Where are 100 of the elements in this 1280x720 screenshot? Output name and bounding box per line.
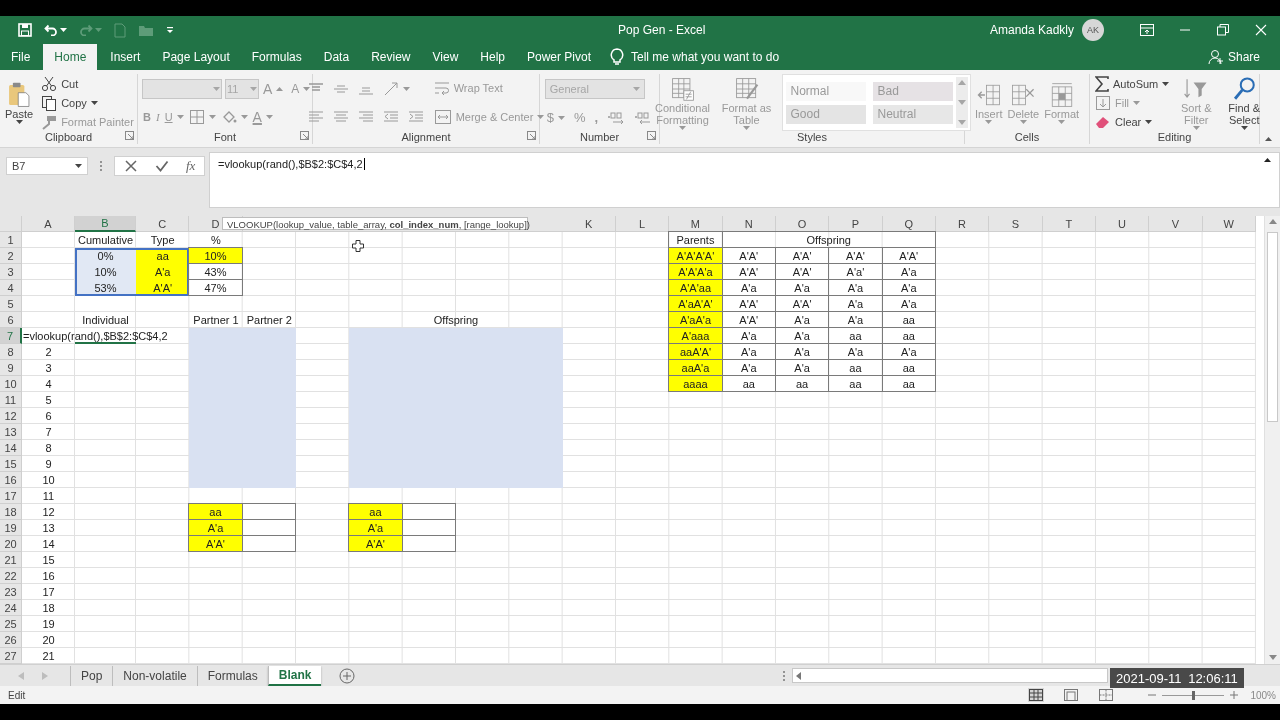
- row-header[interactable]: 9: [0, 360, 22, 376]
- autosum-button[interactable]: AutoSum: [1093, 74, 1172, 93]
- down-arrow-icon[interactable]: [1268, 655, 1277, 660]
- zoom-thumb[interactable]: [1192, 690, 1196, 700]
- ribbon-tab[interactable]: Insert: [99, 44, 152, 70]
- sheet-cell[interactable]: 18: [22, 600, 75, 616]
- row-header[interactable]: 5: [0, 296, 22, 312]
- row-header[interactable]: 21: [0, 552, 22, 568]
- ribbon-tab[interactable]: View: [421, 44, 470, 70]
- row-header[interactable]: 27: [0, 648, 22, 664]
- collapse-ribbon-icon[interactable]: [1265, 137, 1272, 141]
- ribbon-tab[interactable]: Power Pivot: [516, 44, 602, 70]
- sheet-cell[interactable]: 15: [22, 552, 75, 568]
- row-header[interactable]: 26: [0, 632, 22, 648]
- tell-me-field[interactable]: Tell me what you want to do: [631, 50, 831, 64]
- sheet-tab[interactable]: Non-volatile: [112, 665, 197, 686]
- ribbon-tab[interactable]: Home: [43, 44, 98, 70]
- formula-field[interactable]: =vlookup(rand(),$B$2:$C$4,2: [209, 152, 1280, 208]
- horizontal-scrollbar[interactable]: [792, 668, 1108, 683]
- plus-icon[interactable]: [1230, 691, 1239, 699]
- copy-button[interactable]: Copy: [39, 93, 100, 112]
- sheet-tab[interactable]: Pop: [70, 665, 113, 686]
- row-header[interactable]: 6: [0, 312, 22, 328]
- sheet-cell[interactable]: 8: [22, 440, 75, 456]
- name-box[interactable]: B7: [6, 157, 88, 175]
- sheet-cell[interactable]: aaaa: [668, 375, 723, 392]
- sheet-cell[interactable]: 7: [22, 424, 75, 440]
- row-header[interactable]: 25: [0, 616, 22, 632]
- row-header[interactable]: 24: [0, 600, 22, 616]
- page-layout-view-button[interactable]: [1063, 688, 1080, 702]
- sheet-cell[interactable]: [401, 535, 456, 552]
- sheet-cell[interactable]: 3: [22, 360, 75, 376]
- sheet-cell[interactable]: Offspring: [349, 312, 563, 328]
- cancel-button[interactable]: [123, 159, 138, 173]
- ribbon-tab[interactable]: File: [0, 44, 42, 70]
- sheet-cell[interactable]: 19: [22, 616, 75, 632]
- undo-button[interactable]: [42, 22, 69, 38]
- insert-function-button[interactable]: fx: [186, 158, 196, 174]
- left-arrow-icon[interactable]: [796, 671, 801, 680]
- dialog-launcher-icon[interactable]: [125, 131, 134, 140]
- sheet-cell[interactable]: 13: [22, 520, 75, 536]
- sheet-cell[interactable]: aa: [881, 375, 936, 392]
- row-header[interactable]: 15: [0, 456, 22, 472]
- sheet-cell[interactable]: A'A': [136, 280, 190, 296]
- sheet-cell[interactable]: [401, 503, 456, 520]
- paste-button[interactable]: Paste: [3, 81, 36, 124]
- row-header[interactable]: 2: [0, 248, 22, 264]
- dialog-launcher-icon[interactable]: [300, 131, 309, 140]
- ribbon-tab[interactable]: Data: [312, 44, 361, 70]
- share-button[interactable]: Share: [1201, 44, 1266, 70]
- sheet-cell[interactable]: 6: [22, 408, 75, 424]
- sheet-cell[interactable]: 5: [22, 392, 75, 408]
- ribbon-tab[interactable]: Review: [360, 44, 422, 70]
- save-button[interactable]: [16, 21, 34, 39]
- page-break-view-button[interactable]: [1098, 688, 1115, 702]
- cut-button[interactable]: Cut: [39, 74, 81, 93]
- up-arrow-icon[interactable]: [957, 80, 966, 85]
- sheet-cell[interactable]: 16: [22, 568, 75, 584]
- row-header[interactable]: 20: [0, 536, 22, 552]
- row-header[interactable]: 1: [0, 232, 22, 248]
- sheet-cell[interactable]: Type: [136, 232, 190, 248]
- row-header[interactable]: 18: [0, 504, 22, 520]
- sheet-cell[interactable]: 12: [22, 504, 75, 520]
- ribbon-tab[interactable]: Help: [469, 44, 516, 70]
- ribbon-tab[interactable]: Formulas: [240, 44, 313, 70]
- row-header[interactable]: 19: [0, 520, 22, 536]
- sheet-cell[interactable]: aa: [136, 248, 190, 264]
- sheet-cell[interactable]: Partner 2: [242, 312, 296, 328]
- sheet-cell[interactable]: 43%: [188, 263, 243, 280]
- row-header[interactable]: 3: [0, 264, 22, 280]
- find-select-button[interactable]: Find & Select: [1221, 75, 1268, 130]
- expand-formula-icon[interactable]: [1264, 158, 1271, 162]
- enter-button[interactable]: [154, 159, 169, 173]
- row-header[interactable]: 17: [0, 488, 22, 504]
- sheet-cell[interactable]: A'A': [348, 535, 403, 552]
- dialog-launcher-icon[interactable]: [647, 131, 656, 140]
- ribbon-tab[interactable]: Page Layout: [151, 44, 241, 70]
- row-header[interactable]: 13: [0, 424, 22, 440]
- clear-button[interactable]: Clear: [1093, 114, 1155, 131]
- row-header[interactable]: 22: [0, 568, 22, 584]
- user-avatar[interactable]: AK: [1082, 19, 1104, 41]
- sheet-cell[interactable]: 11: [22, 488, 75, 504]
- sheet-cell[interactable]: 9: [22, 456, 75, 472]
- sheet-cell[interactable]: Individual: [75, 312, 136, 328]
- dialog-launcher-icon[interactable]: [527, 131, 536, 140]
- sheet-cell[interactable]: 14: [22, 536, 75, 552]
- sheet-cell[interactable]: 10%: [75, 264, 136, 280]
- sheet-cell[interactable]: 4: [22, 376, 75, 392]
- sheet-cell[interactable]: Partner 1: [189, 312, 243, 328]
- sheet-cell[interactable]: 17: [22, 584, 75, 600]
- row-header[interactable]: 7: [0, 328, 22, 344]
- sheet-cell[interactable]: 2: [22, 344, 75, 360]
- down-arrow-icon[interactable]: [957, 100, 966, 105]
- sheet-tab[interactable]: Formulas: [196, 665, 268, 686]
- row-header[interactable]: 4: [0, 280, 22, 296]
- sheet-cell[interactable]: A'a: [136, 264, 190, 280]
- vertical-scrollbar[interactable]: [1264, 216, 1280, 664]
- sheet-cell[interactable]: [241, 535, 296, 552]
- row-header[interactable]: 10: [0, 376, 22, 392]
- row-header[interactable]: 23: [0, 584, 22, 600]
